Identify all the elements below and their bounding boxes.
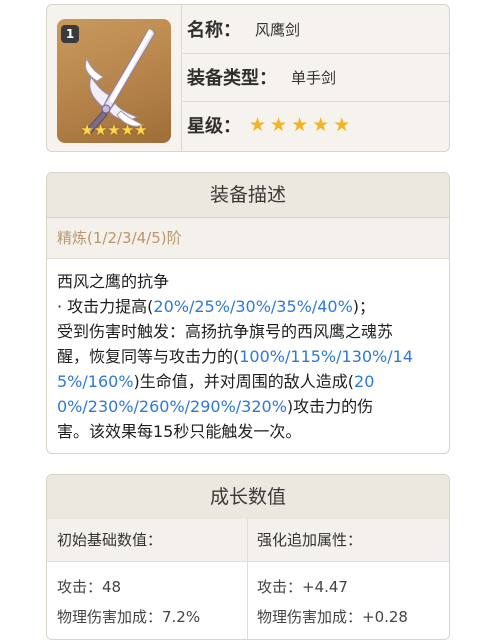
description-text: )攻击力的伤 [286,397,374,416]
description-text: )生命值，并对周围的敌人造成( [133,372,355,391]
description-text: )； [352,297,376,316]
base-attack: 攻击：48 [57,578,122,596]
name-label: 名称： [187,20,241,41]
description-line: 5%/160%)生命值，并对周围的敌人造成(20 [57,369,439,394]
info-divider [181,5,182,151]
highlight-value: 5%/160% [57,372,134,391]
type-value: 单手剑 [291,68,337,87]
description-line: 受到伤害时触发：高扬抗争旗号的西风鹰之魂苏 [57,319,439,344]
refinement-label: 精炼(1/2/3/4/5)阶 [47,218,449,259]
highlight-value: 20 [354,372,375,391]
description-text: 醒，恢复同等与攻击力的( [57,347,240,366]
rarity-row: 星级： ★ ★ ★ ★ ★ [183,101,449,149]
weapon-info-panel: 1 ★★★★★ 名称： 风鹰剑 装备类型： 单手剑 星级： ★ ★ ★ ★ ★ [46,4,450,152]
bonus-attack: 攻击：+4.47 [257,578,348,596]
growth-header-row: 初始基础数值： 强化追加属性： [47,519,449,562]
type-row: 装备类型： 单手剑 [183,53,449,102]
star-icon: ★ [333,113,351,136]
name-value: 风鹰剑 [255,20,301,39]
star-icon: ★ [312,113,330,136]
description-panel: 装备描述 精炼(1/2/3/4/5)阶 西风之鹰的抗争 · 攻击力提高(20%/2… [46,172,450,454]
star-icon: ★ [249,113,267,136]
description-line: 西风之鹰的抗争 [57,269,439,294]
description-text: · 攻击力提高( [57,297,154,316]
star-icon: ★ [291,113,309,136]
description-body: 西风之鹰的抗争 · 攻击力提高(20%/25%/30%/35%/40%)； 受到伤害… [47,259,449,444]
star-icon: ★ [270,113,288,136]
rarity-stars: ★ ★ ★ ★ ★ [249,113,351,136]
weapon-icon-frame: 1 ★★★★★ [57,19,171,143]
description-text: 害。该效果每15秒只能触发一次。 [57,422,302,441]
highlight-value: 20%/25%/30%/35%/40% [153,297,353,316]
growth-panel: 成长数值 初始基础数值： 强化追加属性： 攻击：48 物理伤害加成：7.2% 攻… [46,474,450,640]
description-text: 受到伤害时触发：高扬抗争旗号的西风鹰之魂苏 [57,322,394,341]
growth-column-divider [247,519,248,639]
rarity-label: 星级： [187,116,241,137]
base-physical-bonus: 物理伤害加成：7.2% [57,608,201,626]
highlight-value: 0%/230%/260%/290%/320% [57,397,287,416]
growth-title: 成长数值 [47,475,449,520]
description-title: 装备描述 [47,173,449,218]
description-line: 醒，恢复同等与攻击力的(100%/115%/130%/14 [57,344,439,369]
description-line: · 攻击力提高(20%/25%/30%/35%/40%)； [57,294,439,319]
icon-rarity-stars: ★★★★★ [80,121,148,139]
name-row: 名称： 风鹰剑 [183,5,449,54]
bonus-stats-header: 强化追加属性： [257,531,363,549]
bonus-physical-bonus: 物理伤害加成：+0.28 [257,608,408,626]
base-stats-header: 初始基础数值： [57,531,163,549]
description-line: 0%/230%/260%/290%/320%)攻击力的伤 [57,394,439,419]
type-label: 装备类型： [187,68,277,89]
description-line: 害。该效果每15秒只能触发一次。 [57,419,439,444]
description-text: 西风之鹰的抗争 [57,272,170,291]
highlight-value: 100%/115%/130%/14 [239,347,414,366]
